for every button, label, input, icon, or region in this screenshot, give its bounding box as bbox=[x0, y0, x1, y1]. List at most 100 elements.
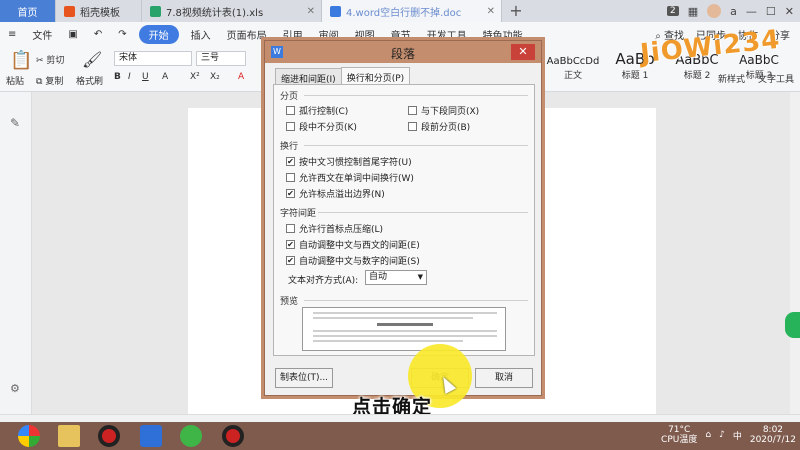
menu-insert[interactable]: 插入 bbox=[183, 27, 219, 42]
page-break-before-label: 段前分页(B) bbox=[421, 123, 471, 133]
record-icon[interactable] bbox=[98, 425, 120, 447]
page-break-before-checkbox[interactable]: 段前分页(B) bbox=[408, 120, 470, 133]
pen-icon[interactable]: ✎ bbox=[10, 116, 20, 130]
cjk-rules-label: 按中文习惯控制首尾字符(U) bbox=[299, 158, 412, 168]
close-window-button[interactable]: ✕ bbox=[785, 5, 794, 18]
ime-indicator[interactable]: 中 bbox=[733, 429, 742, 442]
preview-line bbox=[313, 317, 473, 319]
copy-button[interactable]: ⧉ 复制 bbox=[36, 74, 63, 87]
menu-file[interactable]: 文件 bbox=[24, 27, 60, 42]
cpu-temp-value: 71°C bbox=[668, 425, 691, 435]
word-wrap-checkbox[interactable]: 允许西文在单词中间换行(W) bbox=[286, 171, 414, 184]
tab-document[interactable]: 4.word空白行删不掉.doc ✕ bbox=[322, 0, 502, 22]
system-tray: 71°C CPU温度 ⌂ ♪ 中 8:02 2020/7/12 bbox=[661, 425, 796, 445]
hanging-punct-label: 允许标点溢出边界(N) bbox=[299, 190, 385, 200]
auto-space-latin-checkbox[interactable]: ✔ 自动调整中文与西文的间距(E) bbox=[286, 238, 420, 251]
text-align-select[interactable]: 自动 ▼ bbox=[365, 270, 427, 285]
paragraph-preview bbox=[302, 307, 506, 351]
grid-icon[interactable]: ▦ bbox=[688, 5, 698, 18]
format-painter-button[interactable]: 格式刷 bbox=[76, 74, 103, 87]
format-painter-icon[interactable]: 🖌 bbox=[82, 50, 102, 69]
save-icon[interactable]: ▣ bbox=[60, 29, 85, 40]
font-size-select[interactable]: 三号 bbox=[196, 51, 246, 66]
avatar[interactable] bbox=[707, 4, 722, 18]
compress-punct-checkbox[interactable]: 允许行首标点压缩(L) bbox=[286, 222, 383, 235]
chevron-down-icon: ▼ bbox=[417, 273, 423, 281]
keep-lines-label: 段中不分页(K) bbox=[299, 123, 357, 133]
volume-icon[interactable]: ♪ bbox=[719, 430, 725, 440]
checkbox-box bbox=[408, 106, 417, 115]
paragraph-dialog: W 段落 ✕ 缩进和间距(I) 换行和分页(P) 分页 孤行控制(C) 与下段同… bbox=[264, 40, 542, 396]
chrome-icon[interactable] bbox=[18, 425, 40, 447]
auto-space-digit-label: 自动调整中文与数字的间距(S) bbox=[299, 257, 420, 267]
preview-line bbox=[313, 330, 497, 332]
left-toolbar: ✎ ⚙ bbox=[0, 92, 32, 422]
plus-app-icon[interactable] bbox=[180, 425, 202, 447]
folder-icon[interactable] bbox=[58, 425, 80, 447]
checkbox-box: ✔ bbox=[286, 256, 295, 265]
tab-spreadsheet-label: 7.8视频统计表(1).xls bbox=[166, 7, 264, 19]
style-normal-preview: AaBbCcDd bbox=[546, 56, 600, 67]
settings-icon[interactable]: ⚙ bbox=[10, 382, 20, 395]
italic-icon[interactable]: I bbox=[128, 72, 131, 82]
new-style-button[interactable]: 新样式 bbox=[718, 72, 745, 85]
checkbox-box: ✔ bbox=[286, 240, 295, 249]
minimize-button[interactable]: — bbox=[746, 5, 757, 18]
subscript-icon[interactable]: X₂ bbox=[210, 72, 220, 82]
group-spacing-label: 字符间距 bbox=[280, 209, 317, 219]
tab-home[interactable]: 首页 bbox=[0, 0, 56, 22]
divider bbox=[304, 145, 528, 146]
close-icon[interactable]: ✕ bbox=[487, 6, 495, 17]
maximize-button[interactable]: ☐ bbox=[766, 5, 776, 18]
checkbox-box bbox=[286, 173, 295, 182]
wps-icon[interactable] bbox=[140, 425, 162, 447]
vertical-scrollbar[interactable] bbox=[790, 92, 800, 422]
tab-spreadsheet[interactable]: 7.8视频统计表(1).xls ✕ bbox=[142, 0, 322, 22]
cut-button[interactable]: ✂ 剪切 bbox=[36, 53, 64, 66]
clock[interactable]: 8:02 2020/7/12 bbox=[750, 425, 796, 445]
window-count-badge: 2 bbox=[667, 6, 679, 16]
divider bbox=[304, 300, 528, 301]
cancel-button[interactable]: 取消 bbox=[475, 368, 533, 388]
menu-start[interactable]: 开始 bbox=[138, 24, 179, 44]
auto-space-digit-checkbox[interactable]: ✔ 自动调整中文与数字的间距(S) bbox=[286, 254, 420, 267]
text-tool-button[interactable]: 文字工具 bbox=[758, 72, 794, 85]
font-select[interactable]: 宋体 bbox=[114, 51, 192, 66]
font-color-icon[interactable]: A bbox=[238, 72, 244, 82]
network-icon[interactable]: ⌂ bbox=[705, 430, 711, 440]
redo-icon[interactable]: ↷ bbox=[110, 29, 134, 40]
docer-icon bbox=[64, 5, 75, 17]
undo-icon[interactable]: ↶ bbox=[86, 29, 110, 40]
new-tab-button[interactable]: + bbox=[502, 0, 530, 22]
cjk-rules-checkbox[interactable]: ✔ 按中文习惯控制首尾字符(U) bbox=[286, 155, 412, 168]
hanging-punct-checkbox[interactable]: ✔ 允许标点溢出边界(N) bbox=[286, 187, 385, 200]
scissors-icon: ✂ bbox=[36, 56, 44, 66]
dialog-titlebar[interactable]: W 段落 ✕ bbox=[265, 41, 541, 63]
style-normal[interactable]: AaBbCcDd 正文 bbox=[545, 50, 601, 86]
keep-with-next-checkbox[interactable]: 与下段同页(X) bbox=[408, 104, 479, 117]
assistant-bubble[interactable] bbox=[785, 312, 800, 338]
tab-template[interactable]: 稻壳模板 bbox=[56, 0, 142, 22]
keep-lines-checkbox[interactable]: 段中不分页(K) bbox=[286, 120, 357, 133]
hamburger-icon[interactable]: ≡ bbox=[0, 29, 24, 40]
window-controls: 2 ▦ a — ☐ ✕ bbox=[667, 0, 800, 22]
dialog-close-button[interactable]: ✕ bbox=[511, 44, 535, 60]
compress-punct-label: 允许行首标点压缩(L) bbox=[299, 225, 384, 235]
clock-time: 8:02 bbox=[762, 425, 784, 435]
paste-icon[interactable]: 📋 bbox=[10, 50, 32, 71]
text-align-label: 文本对齐方式(A): bbox=[288, 276, 359, 286]
widow-control-checkbox[interactable]: 孤行控制(C) bbox=[286, 104, 348, 117]
tabs-button[interactable]: 制表位(T)... bbox=[275, 368, 333, 388]
style-normal-label: 正文 bbox=[563, 71, 582, 81]
bold-icon[interactable]: B bbox=[114, 72, 121, 82]
paste-button[interactable]: 粘贴 bbox=[6, 74, 24, 87]
strikethrough-icon[interactable]: A bbox=[162, 72, 168, 82]
underline-icon[interactable]: U bbox=[142, 72, 149, 82]
keep-with-next-label: 与下段同页(X) bbox=[421, 107, 480, 117]
tab-bar: 首页 稻壳模板 7.8视频统计表(1).xls ✕ 4.word空白行删不掉.d… bbox=[0, 0, 800, 22]
superscript-icon[interactable]: X² bbox=[190, 72, 200, 82]
tab-template-label: 稻壳模板 bbox=[80, 7, 120, 19]
close-icon[interactable]: ✕ bbox=[307, 6, 315, 17]
record-icon[interactable] bbox=[222, 425, 244, 447]
checkbox-box bbox=[286, 122, 295, 131]
